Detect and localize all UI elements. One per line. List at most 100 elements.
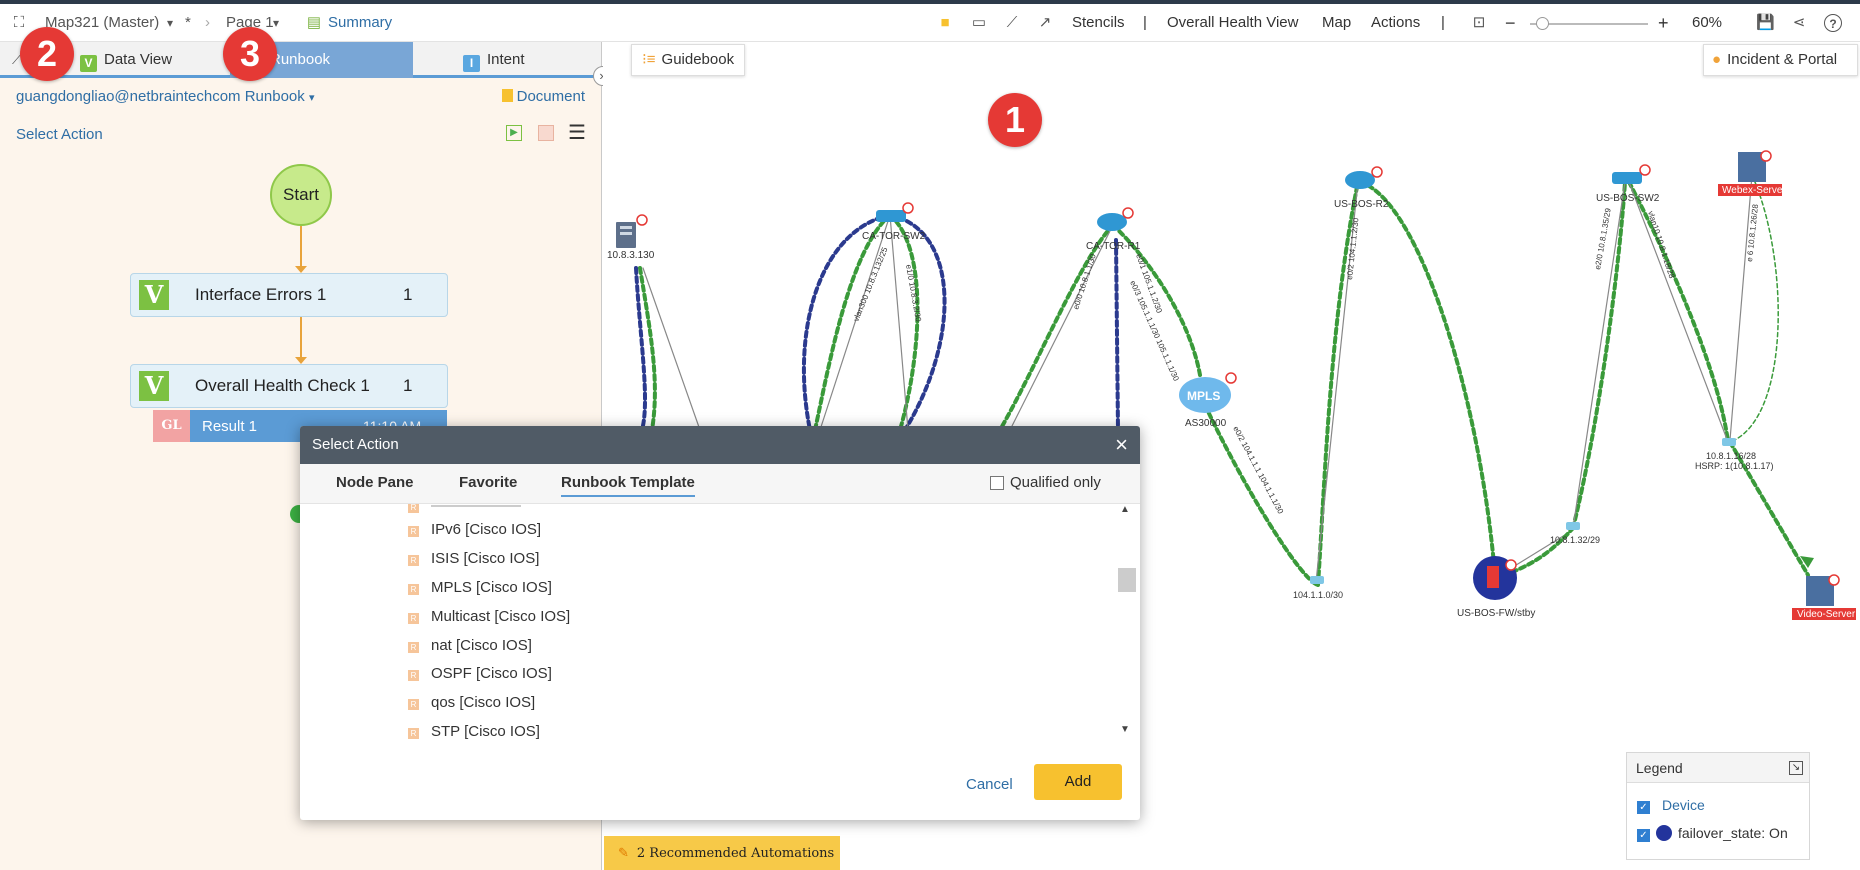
link-path (889, 214, 909, 431)
link-path (1729, 174, 1753, 441)
tab-intent[interactable]: I Intent (413, 42, 601, 78)
item-label: OSPF [Cisco IOS] (431, 665, 552, 682)
device-video-server[interactable]: Video-Server (1792, 574, 1856, 620)
share-icon[interactable]: ⋖ (1790, 14, 1808, 32)
list-item[interactable]: R IPv6 [Cisco IOS] (408, 521, 541, 538)
chevron-down-icon[interactable]: ▾ (167, 4, 173, 42)
list-scrollbar[interactable]: ▲ ▼ (1116, 504, 1136, 736)
device-10-8-3-130[interactable]: 10.8.3.130 (607, 214, 655, 261)
menu-icon[interactable]: ☰ (568, 120, 586, 145)
guidebook-icon: ⁝≡ (642, 51, 656, 68)
select-action-link[interactable]: Select Action (16, 126, 103, 143)
line-icon[interactable]: ⟋ (1003, 14, 1021, 32)
device-label: Webex-Server (1722, 185, 1786, 196)
legend-item-device[interactable]: ✓ Device (1637, 797, 1705, 814)
zoom-out-button[interactable]: − (1505, 4, 1516, 42)
list-item[interactable]: Rqos [Cisco IOS] (408, 694, 535, 711)
item-label: MPLS [Cisco IOS] (431, 579, 552, 596)
device-ca-tor-r1[interactable]: CA-TOR-R1 (1086, 207, 1141, 252)
stencils-menu[interactable]: Stencils (1072, 4, 1125, 42)
document-link[interactable]: Document (501, 88, 585, 105)
flow-node-overall-health-check[interactable]: V Overall Health Check 1 1 (130, 364, 448, 408)
list-item[interactable]: Rnat [Cisco IOS] (408, 637, 532, 654)
checkbox-checked-icon[interactable]: ✓ (1637, 801, 1650, 814)
tab-node-pane[interactable]: Node Pane (336, 474, 414, 491)
item-label: IPv6 [Cisco IOS] (431, 521, 542, 538)
legend-label: Device (1662, 797, 1705, 813)
recommended-label: 2 Recommended Automations (636, 846, 835, 861)
run-icon[interactable]: ▶ (506, 125, 522, 141)
runbook-selector[interactable]: guangdongliao@netbraintechcom Runbook ▾ (16, 88, 314, 105)
scroll-up-icon[interactable]: ▲ (1120, 504, 1130, 515)
tab-runbook-template[interactable]: Runbook Template (561, 474, 695, 497)
note-icon[interactable]: ■ (936, 14, 954, 32)
guidebook-button[interactable]: ⁝≡ Guidebook (631, 44, 745, 76)
page-chevron-icon[interactable]: ▾ (273, 4, 279, 42)
document-icon (501, 89, 513, 102)
subnet-label: 10.8.1.16/28 (1706, 451, 1756, 461)
tab-data-view[interactable]: V Data View (80, 42, 230, 78)
scrollbar-thumb[interactable] (1118, 568, 1136, 592)
failover-icon (1656, 825, 1672, 841)
zoom-slider-handle[interactable] (1535, 17, 1549, 30)
device-us-bos-sw2[interactable]: US-BOS-SW2 (1596, 164, 1660, 204)
device-webex-server[interactable]: Webex-Server (1718, 150, 1786, 196)
list-item[interactable]: R STP [Cisco IOS] (408, 723, 540, 740)
select-action-dialog: Select Action × Node Pane Favorite Runbo… (300, 426, 1140, 820)
device-label: 10.8.3.130 (607, 250, 655, 261)
device-us-bos-r2[interactable]: US-BOS-R2 (1334, 166, 1389, 210)
checkbox-checked-icon[interactable]: ✓ (1637, 829, 1650, 842)
link-path (813, 213, 892, 432)
incident-portal-button[interactable]: ● Incident & Portal (1703, 44, 1858, 76)
start-node[interactable]: Start (270, 164, 332, 226)
dialog-title: Select Action (312, 436, 399, 453)
fullscreen-icon[interactable]: ⛶ (10, 14, 28, 32)
item-label: Multicast [Cisco IOS] (431, 608, 571, 625)
subnet-hubs (1310, 438, 1736, 584)
cancel-button[interactable]: Cancel (966, 776, 1013, 793)
list-item[interactable]: R ISIS [Cisco IOS] (408, 550, 539, 567)
flow-arrow (300, 226, 302, 270)
annotation-badge-2: 2 (20, 27, 74, 81)
save-icon[interactable]: 💾 (1756, 14, 1775, 32)
automation-icon: ✎ (618, 845, 629, 860)
link-path (888, 213, 920, 432)
tab-label: Data View (104, 51, 173, 68)
mpls-cloud[interactable]: MPLS AS30000 (1179, 372, 1237, 429)
qualified-only-checkbox[interactable] (990, 476, 1004, 490)
rectangle-icon[interactable]: ▭ (970, 14, 988, 32)
arrow-head (295, 357, 307, 364)
flow-node-interface-errors[interactable]: V Interface Errors 1 1 (130, 273, 448, 317)
tab-label: Runbook (270, 51, 331, 68)
list-item[interactable]: R MPLS [Cisco IOS] (408, 579, 552, 596)
actions-menu[interactable]: Actions (1371, 4, 1420, 42)
link-label: vlan300 10.8.3.132/25 (852, 245, 890, 322)
subnet-label: 10.8.1.32/29 (1550, 535, 1600, 545)
list-item[interactable]: R OSPF [Cisco IOS] (408, 665, 552, 682)
list-item[interactable]: R Multicast [Cisco IOS] (408, 608, 570, 625)
zoom-in-button[interactable]: + (1658, 4, 1669, 42)
scroll-down-icon[interactable]: ▼ (1120, 724, 1130, 735)
overall-health-view-menu[interactable]: Overall Health View (1167, 4, 1298, 42)
stop-icon[interactable] (538, 125, 554, 141)
add-button[interactable]: Add (1034, 764, 1122, 800)
zoom-slider[interactable] (1530, 17, 1648, 30)
modified-indicator: * (185, 14, 191, 31)
recommended-automations-bar[interactable]: ✎ 2 Recommended Automations (604, 836, 840, 870)
legend-label: failover_state: On (1678, 825, 1788, 841)
map-menu[interactable]: Map (1322, 4, 1351, 42)
expand-icon[interactable]: ↘ (1789, 761, 1803, 775)
runbook-template-icon: R (408, 728, 419, 739)
runbook-template-icon: R (408, 526, 419, 537)
close-icon[interactable]: × (1115, 426, 1128, 464)
help-icon[interactable]: ? (1824, 14, 1842, 32)
summary-icon[interactable]: ▤ (305, 14, 323, 32)
divider: | (1143, 14, 1147, 31)
curve-line-icon[interactable]: ↗ (1036, 14, 1054, 32)
link-label: e 6 10.8.1.26/28 (1745, 203, 1760, 262)
subnet-hub (1310, 576, 1324, 584)
legend-item-failover[interactable]: ✓ failover_state: On (1637, 825, 1788, 842)
fit-screen-icon[interactable]: ⊡ (1470, 14, 1488, 32)
summary-link[interactable]: Summary (328, 4, 392, 42)
tab-favorite[interactable]: Favorite (459, 474, 517, 491)
